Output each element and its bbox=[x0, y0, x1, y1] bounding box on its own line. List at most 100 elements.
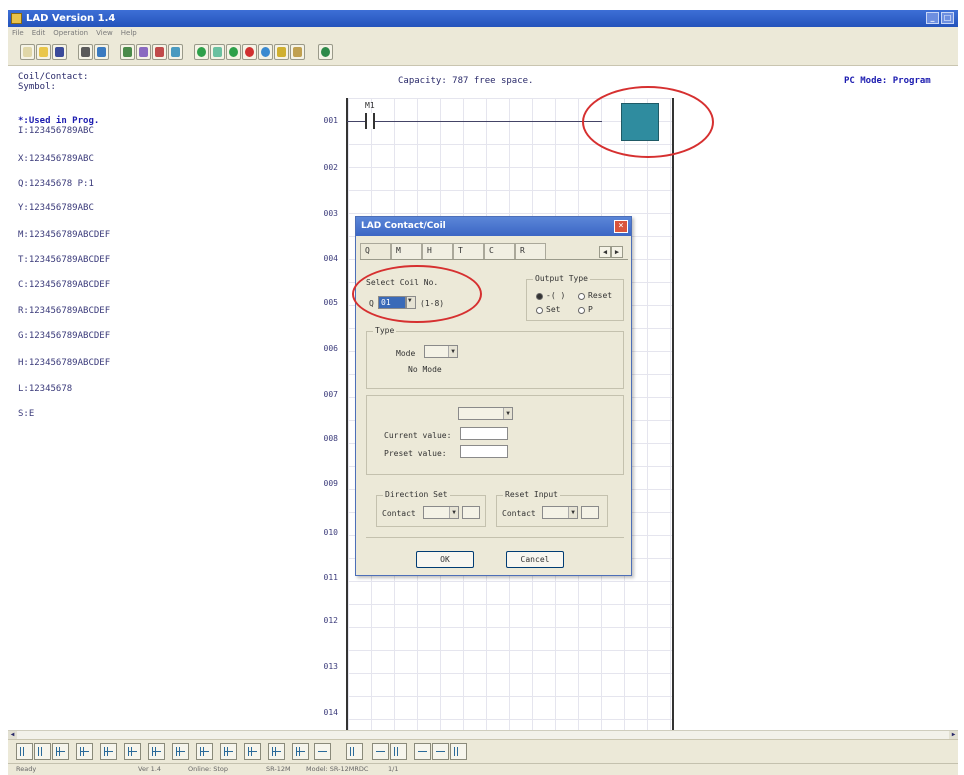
tab-q[interactable]: Q bbox=[360, 243, 391, 259]
direction-set-label: Direction Set bbox=[383, 490, 450, 499]
print-icon[interactable] bbox=[78, 44, 93, 60]
close-icon[interactable]: × bbox=[614, 220, 628, 233]
function-block-icon[interactable] bbox=[136, 44, 151, 60]
app-icon bbox=[11, 13, 22, 24]
function-block-bottom-icon[interactable] bbox=[414, 743, 431, 760]
contact-symbol[interactable] bbox=[365, 113, 375, 129]
menu-edit[interactable]: Edit bbox=[32, 27, 46, 40]
contact-pulse-icon[interactable] bbox=[244, 743, 261, 760]
scroll-right-icon[interactable]: ▶ bbox=[949, 731, 958, 739]
ladder-view-icon[interactable] bbox=[120, 44, 135, 60]
list-item[interactable]: Q:12345678 P:1 bbox=[18, 179, 94, 189]
contact-and-icon[interactable] bbox=[148, 743, 165, 760]
tab-m[interactable]: M bbox=[391, 243, 422, 259]
mode-group: Type bbox=[366, 326, 624, 389]
tab-h[interactable]: H bbox=[422, 243, 453, 259]
output-reset-radio[interactable] bbox=[578, 293, 585, 300]
new-file-icon[interactable] bbox=[20, 44, 35, 60]
run-icon[interactable] bbox=[226, 44, 241, 60]
contact-extra-icon[interactable] bbox=[292, 743, 309, 760]
tab-c[interactable]: C bbox=[484, 243, 515, 259]
help-icon[interactable] bbox=[94, 44, 109, 60]
output-normal-label: -( ) bbox=[546, 291, 566, 300]
maximize-button[interactable]: □ bbox=[941, 12, 954, 24]
coil-icon[interactable] bbox=[450, 743, 467, 760]
contact-nc-icon[interactable] bbox=[34, 743, 51, 760]
read-icon[interactable] bbox=[210, 44, 225, 60]
capacity-label: Capacity: 787 free space. bbox=[398, 76, 534, 86]
menu-help[interactable]: Help bbox=[121, 27, 137, 40]
scroll-left-icon[interactable]: ◀ bbox=[8, 731, 17, 739]
list-item[interactable]: H:123456789ABCDEF bbox=[18, 358, 110, 368]
stop-icon[interactable] bbox=[242, 44, 257, 60]
tab-r[interactable]: R bbox=[515, 243, 546, 259]
simulate-icon[interactable] bbox=[168, 44, 183, 60]
list-item[interactable]: G:123456789ABCDEF bbox=[18, 331, 110, 341]
title-bar: LAD Version 1.4 _ □ bbox=[8, 10, 958, 27]
list-item[interactable]: M:123456789ABCDEF bbox=[18, 230, 110, 240]
output-type-label: Output Type bbox=[533, 274, 590, 283]
mode-select[interactable]: ▼ bbox=[424, 345, 458, 358]
output-pulse-radio[interactable] bbox=[578, 307, 585, 314]
current-value-field[interactable] bbox=[460, 427, 508, 440]
current-value-label: Current value: bbox=[384, 431, 452, 440]
ok-button[interactable]: OK bbox=[416, 551, 474, 568]
monitor-icon[interactable] bbox=[152, 44, 167, 60]
status-page: 1/1 bbox=[388, 765, 399, 773]
no-mode-label: No Mode bbox=[408, 365, 442, 374]
output-set-radio[interactable] bbox=[536, 307, 543, 314]
contact-end-icon[interactable] bbox=[268, 743, 285, 760]
clock-icon[interactable] bbox=[290, 44, 305, 60]
horizontal-scrollbar[interactable]: ◀ ▶ bbox=[8, 730, 958, 739]
tab-t[interactable]: T bbox=[453, 243, 484, 259]
comment-icon[interactable] bbox=[432, 743, 449, 760]
vertical-line-icon[interactable] bbox=[346, 743, 363, 760]
direction-contact-select[interactable]: ▼ bbox=[423, 506, 459, 519]
write-icon[interactable] bbox=[258, 44, 273, 60]
list-item[interactable]: T:123456789ABCDEF bbox=[18, 255, 110, 265]
contact-parallel-icon[interactable] bbox=[100, 743, 117, 760]
list-item[interactable]: X:123456789ABC bbox=[18, 154, 94, 164]
rung-number: 014 bbox=[323, 708, 338, 717]
contact-fall-icon[interactable] bbox=[196, 743, 213, 760]
contact-branch-icon[interactable] bbox=[52, 743, 69, 760]
cancel-button[interactable]: Cancel bbox=[506, 551, 564, 568]
list-item[interactable]: Y:123456789ABC bbox=[18, 203, 94, 213]
parameter-select[interactable]: ▼ bbox=[458, 407, 513, 420]
tab-right-arrow-icon[interactable]: ▶ bbox=[611, 246, 623, 258]
mode-chevron-icon: ▼ bbox=[448, 346, 457, 357]
settings-icon[interactable] bbox=[318, 44, 333, 60]
menu-operation[interactable]: Operation bbox=[53, 27, 88, 40]
reset-contact-number[interactable] bbox=[581, 506, 599, 519]
menu-file[interactable]: File bbox=[12, 27, 24, 40]
menu-view[interactable]: View bbox=[96, 27, 113, 40]
list-item[interactable]: S:E bbox=[18, 409, 34, 419]
delete-line-icon[interactable] bbox=[372, 743, 389, 760]
contact-series-icon[interactable] bbox=[76, 743, 93, 760]
rung-number: 002 bbox=[323, 163, 338, 172]
minimize-button[interactable]: _ bbox=[926, 12, 939, 24]
contact-invert-icon[interactable] bbox=[220, 743, 237, 760]
contact-rise-icon[interactable] bbox=[172, 743, 189, 760]
pc-mode-label: PC Mode: Program bbox=[844, 76, 931, 86]
list-item[interactable]: R:123456789ABCDEF bbox=[18, 306, 110, 316]
contact-or-icon[interactable] bbox=[124, 743, 141, 760]
save-icon[interactable] bbox=[52, 44, 67, 60]
preset-value-field[interactable] bbox=[460, 445, 508, 458]
output-normal-radio[interactable] bbox=[536, 293, 543, 300]
symbol-header: Coil/Contact: Symbol: bbox=[18, 72, 88, 92]
reset-contact-select[interactable]: ▼ bbox=[542, 506, 578, 519]
parameter-chevron-icon: ▼ bbox=[503, 408, 512, 419]
horizontal-line-icon[interactable] bbox=[314, 743, 331, 760]
contact-no-icon[interactable] bbox=[16, 743, 33, 760]
list-item[interactable]: I:123456789ABC bbox=[18, 126, 94, 136]
open-folder-icon[interactable] bbox=[36, 44, 51, 60]
tab-left-arrow-icon[interactable]: ◀ bbox=[599, 246, 611, 258]
list-item[interactable]: C:123456789ABCDEF bbox=[18, 280, 110, 290]
insert-rung-icon[interactable] bbox=[390, 743, 407, 760]
compare-icon[interactable] bbox=[274, 44, 289, 60]
rung-number: 007 bbox=[323, 390, 338, 399]
connect-icon[interactable] bbox=[194, 44, 209, 60]
list-item[interactable]: L:12345678 bbox=[18, 384, 72, 394]
direction-contact-number[interactable] bbox=[462, 506, 480, 519]
